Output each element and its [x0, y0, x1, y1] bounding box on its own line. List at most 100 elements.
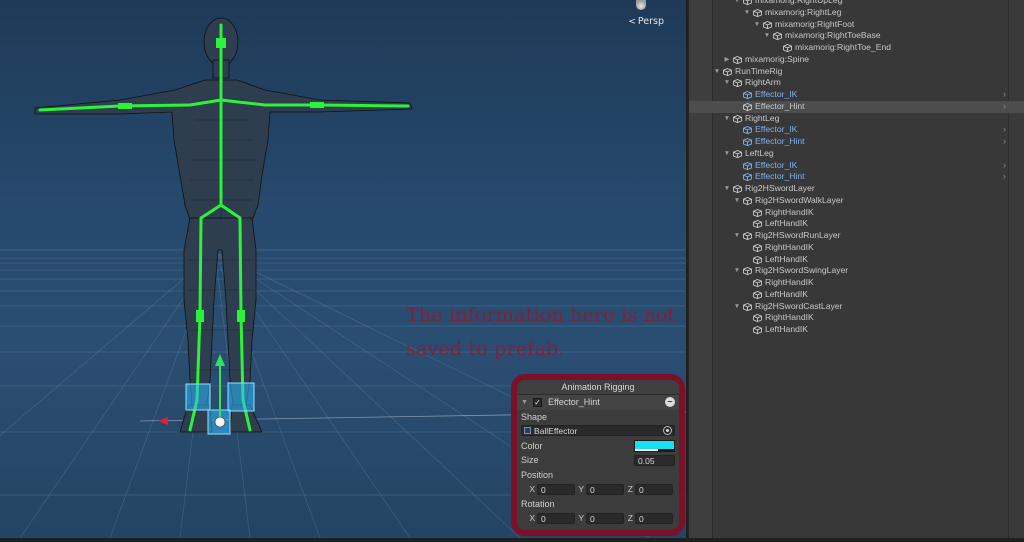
- expand-down-icon[interactable]: ▼: [723, 148, 731, 160]
- hierarchy-row[interactable]: Effector_IK ›: [689, 124, 1024, 136]
- gizmo-y-arrow-icon[interactable]: [215, 354, 225, 366]
- chevron-right-icon[interactable]: ›: [1003, 160, 1006, 172]
- hierarchy-row[interactable]: LeftHandIK: [689, 218, 1024, 230]
- rotation-x[interactable]: X 0: [525, 513, 575, 525]
- expand-down-icon[interactable]: ▼: [753, 19, 761, 31]
- rotation-label: Rotation: [521, 498, 555, 509]
- hierarchy-row[interactable]: ▼ RunTimeRig: [689, 66, 1024, 78]
- gameobject-icon: [753, 255, 762, 264]
- animation-rigging-panel: Animation Rigging ▼ ✓ Effector_Hint – Sh…: [517, 380, 679, 530]
- hierarchy-row[interactable]: ▼ Rig2HSwordLayer: [689, 183, 1024, 195]
- expand-down-icon[interactable]: ▼: [733, 230, 741, 242]
- hierarchy-row[interactable]: ▼ mixamorig:RightUpLeg: [689, 0, 1024, 7]
- hierarchy-row[interactable]: ▼ mixamorig:RightFoot: [689, 19, 1024, 31]
- view-mode-label[interactable]: < Persp: [628, 16, 664, 27]
- hierarchy-row[interactable]: LeftHandIK: [689, 324, 1024, 336]
- scene-view[interactable]: < Persp The information here is not saved…: [0, 0, 686, 538]
- hierarchy-row[interactable]: RightHandIK: [689, 312, 1024, 324]
- gizmo-center-handle[interactable]: [214, 416, 226, 428]
- expand-down-icon[interactable]: ▼: [733, 0, 741, 7]
- hierarchy-row[interactable]: Effector_Hint ›: [689, 136, 1024, 148]
- gameobject-icon: [773, 32, 782, 41]
- hierarchy-row[interactable]: ▶ mixamorig:Spine: [689, 54, 1024, 66]
- object-picker-icon[interactable]: [663, 426, 672, 435]
- hierarchy-item-label: mixamorig:RightToe_End: [795, 42, 892, 52]
- gameobject-icon: [753, 220, 762, 229]
- rotation-x-label: X: [529, 513, 535, 523]
- size-field[interactable]: 0.05: [634, 455, 675, 466]
- hierarchy-row[interactable]: ▼ RightArm: [689, 77, 1024, 89]
- position-y[interactable]: Y 0: [574, 484, 624, 496]
- expand-down-icon[interactable]: ▼: [733, 195, 741, 207]
- chevron-right-icon[interactable]: ›: [1003, 89, 1006, 101]
- hierarchy-row[interactable]: LeftHandIK: [689, 289, 1024, 301]
- expand-down-icon[interactable]: ▼: [743, 7, 751, 19]
- effector-header[interactable]: ▼ ✓ Effector_Hint –: [517, 395, 679, 410]
- gameobject-icon: [753, 243, 762, 252]
- rotation-x-field[interactable]: 0: [537, 513, 575, 524]
- hierarchy-row[interactable]: Effector_Hint ›: [689, 171, 1024, 183]
- hierarchy-row[interactable]: mixamorig:RightToe_End: [689, 42, 1024, 54]
- position-label: Position: [521, 469, 554, 480]
- gameobject-icon: [743, 267, 752, 276]
- hierarchy-tree[interactable]: ▼ mixamorig:RightUpLeg ▼ mixamorig:RightLeg…: [689, 0, 1024, 336]
- effector-name: Effector_Hint: [547, 397, 600, 408]
- chevron-right-icon[interactable]: ›: [1003, 101, 1006, 113]
- chevron-right-icon[interactable]: ›: [1003, 136, 1006, 148]
- hierarchy-row[interactable]: Effector_Hint ›: [689, 100, 1024, 113]
- hierarchy-row[interactable]: RightHandIK: [689, 277, 1024, 289]
- expand-down-icon[interactable]: ▼: [733, 301, 741, 313]
- expand-down-icon[interactable]: ▼: [733, 265, 741, 277]
- position-y-field[interactable]: 0: [586, 484, 624, 495]
- hierarchy-row[interactable]: ▼ RightLeg: [689, 113, 1024, 125]
- minus-circle-icon[interactable]: –: [665, 397, 675, 407]
- rotation-y[interactable]: Y 0: [574, 513, 624, 525]
- hierarchy-row[interactable]: RightHandIK: [689, 242, 1024, 254]
- position-x-field[interactable]: 0: [537, 484, 575, 495]
- expand-down-icon[interactable]: ▼: [723, 77, 731, 89]
- hierarchy-row[interactable]: ▼ Rig2HSwordCastLayer: [689, 301, 1024, 313]
- expand-down-icon[interactable]: ▼: [723, 183, 731, 195]
- x-axis-arrow-icon[interactable]: [158, 417, 168, 425]
- animation-rigging-overlay: Animation Rigging ▼ ✓ Effector_Hint – Sh…: [511, 374, 685, 536]
- expand-down-icon[interactable]: ▼: [713, 66, 721, 78]
- hierarchy-row[interactable]: ▼ mixamorig:RightLeg: [689, 7, 1024, 19]
- hierarchy-item-label: LeftHandIK: [765, 253, 808, 264]
- hierarchy-row[interactable]: ▼ LeftLeg: [689, 148, 1024, 160]
- hierarchy-row[interactable]: ▼ mixamorig:RightToeBase: [689, 30, 1024, 42]
- orientation-gizmo-icon[interactable]: [636, 0, 646, 10]
- bottom-border: [0, 538, 1024, 542]
- hierarchy-row[interactable]: RightHandIK: [689, 207, 1024, 219]
- position-z[interactable]: Z 0: [623, 484, 673, 496]
- gameobject-icon: [753, 8, 762, 17]
- hierarchy-item-label: Rig2HSwordWalkLayer: [755, 194, 844, 205]
- hierarchy-item-label: mixamorig:RightLeg: [765, 6, 842, 17]
- shape-object-field[interactable]: BallEffector: [521, 425, 675, 436]
- hierarchy-item-label: mixamorig:RightToeBase: [785, 30, 881, 41]
- hierarchy-row[interactable]: LeftHandIK: [689, 254, 1024, 266]
- expand-down-icon[interactable]: ▼: [723, 113, 731, 125]
- hierarchy-row[interactable]: ▼ Rig2HSwordSwingLayer: [689, 265, 1024, 277]
- foldout-icon[interactable]: ▼: [521, 399, 528, 406]
- collapse-right-icon[interactable]: ▶: [723, 54, 731, 66]
- hierarchy-row[interactable]: ▼ Rig2HSwordWalkLayer: [689, 195, 1024, 207]
- rotation-z[interactable]: Z 0: [623, 513, 673, 525]
- color-field[interactable]: [634, 439, 675, 452]
- rotation-y-field[interactable]: 0: [586, 513, 624, 524]
- gameobject-icon: [753, 326, 762, 335]
- hierarchy-row[interactable]: Effector_IK ›: [689, 89, 1024, 101]
- hierarchy-row[interactable]: ▼ Rig2HSwordRunLayer: [689, 230, 1024, 242]
- rotation-label-row: Rotation: [517, 497, 679, 512]
- hierarchy-item-label: RightHandIK: [765, 241, 814, 252]
- chevron-right-icon[interactable]: ›: [1003, 124, 1006, 136]
- expand-down-icon[interactable]: ▼: [763, 30, 771, 42]
- position-x[interactable]: X 0: [525, 484, 575, 496]
- hierarchy-item-label: Effector_Hint: [755, 100, 805, 111]
- hierarchy-panel[interactable]: ▼ mixamorig:RightUpLeg ▼ mixamorig:RightLeg…: [688, 0, 1024, 538]
- hierarchy-row[interactable]: Effector_IK ›: [689, 160, 1024, 172]
- chevron-right-icon[interactable]: ›: [1003, 171, 1006, 183]
- position-fields-row: X 0 Y 0 Z 0: [517, 482, 679, 497]
- enabled-checkbox[interactable]: ✓: [532, 397, 542, 407]
- rotation-z-field[interactable]: 0: [635, 513, 673, 524]
- position-z-field[interactable]: 0: [635, 484, 673, 495]
